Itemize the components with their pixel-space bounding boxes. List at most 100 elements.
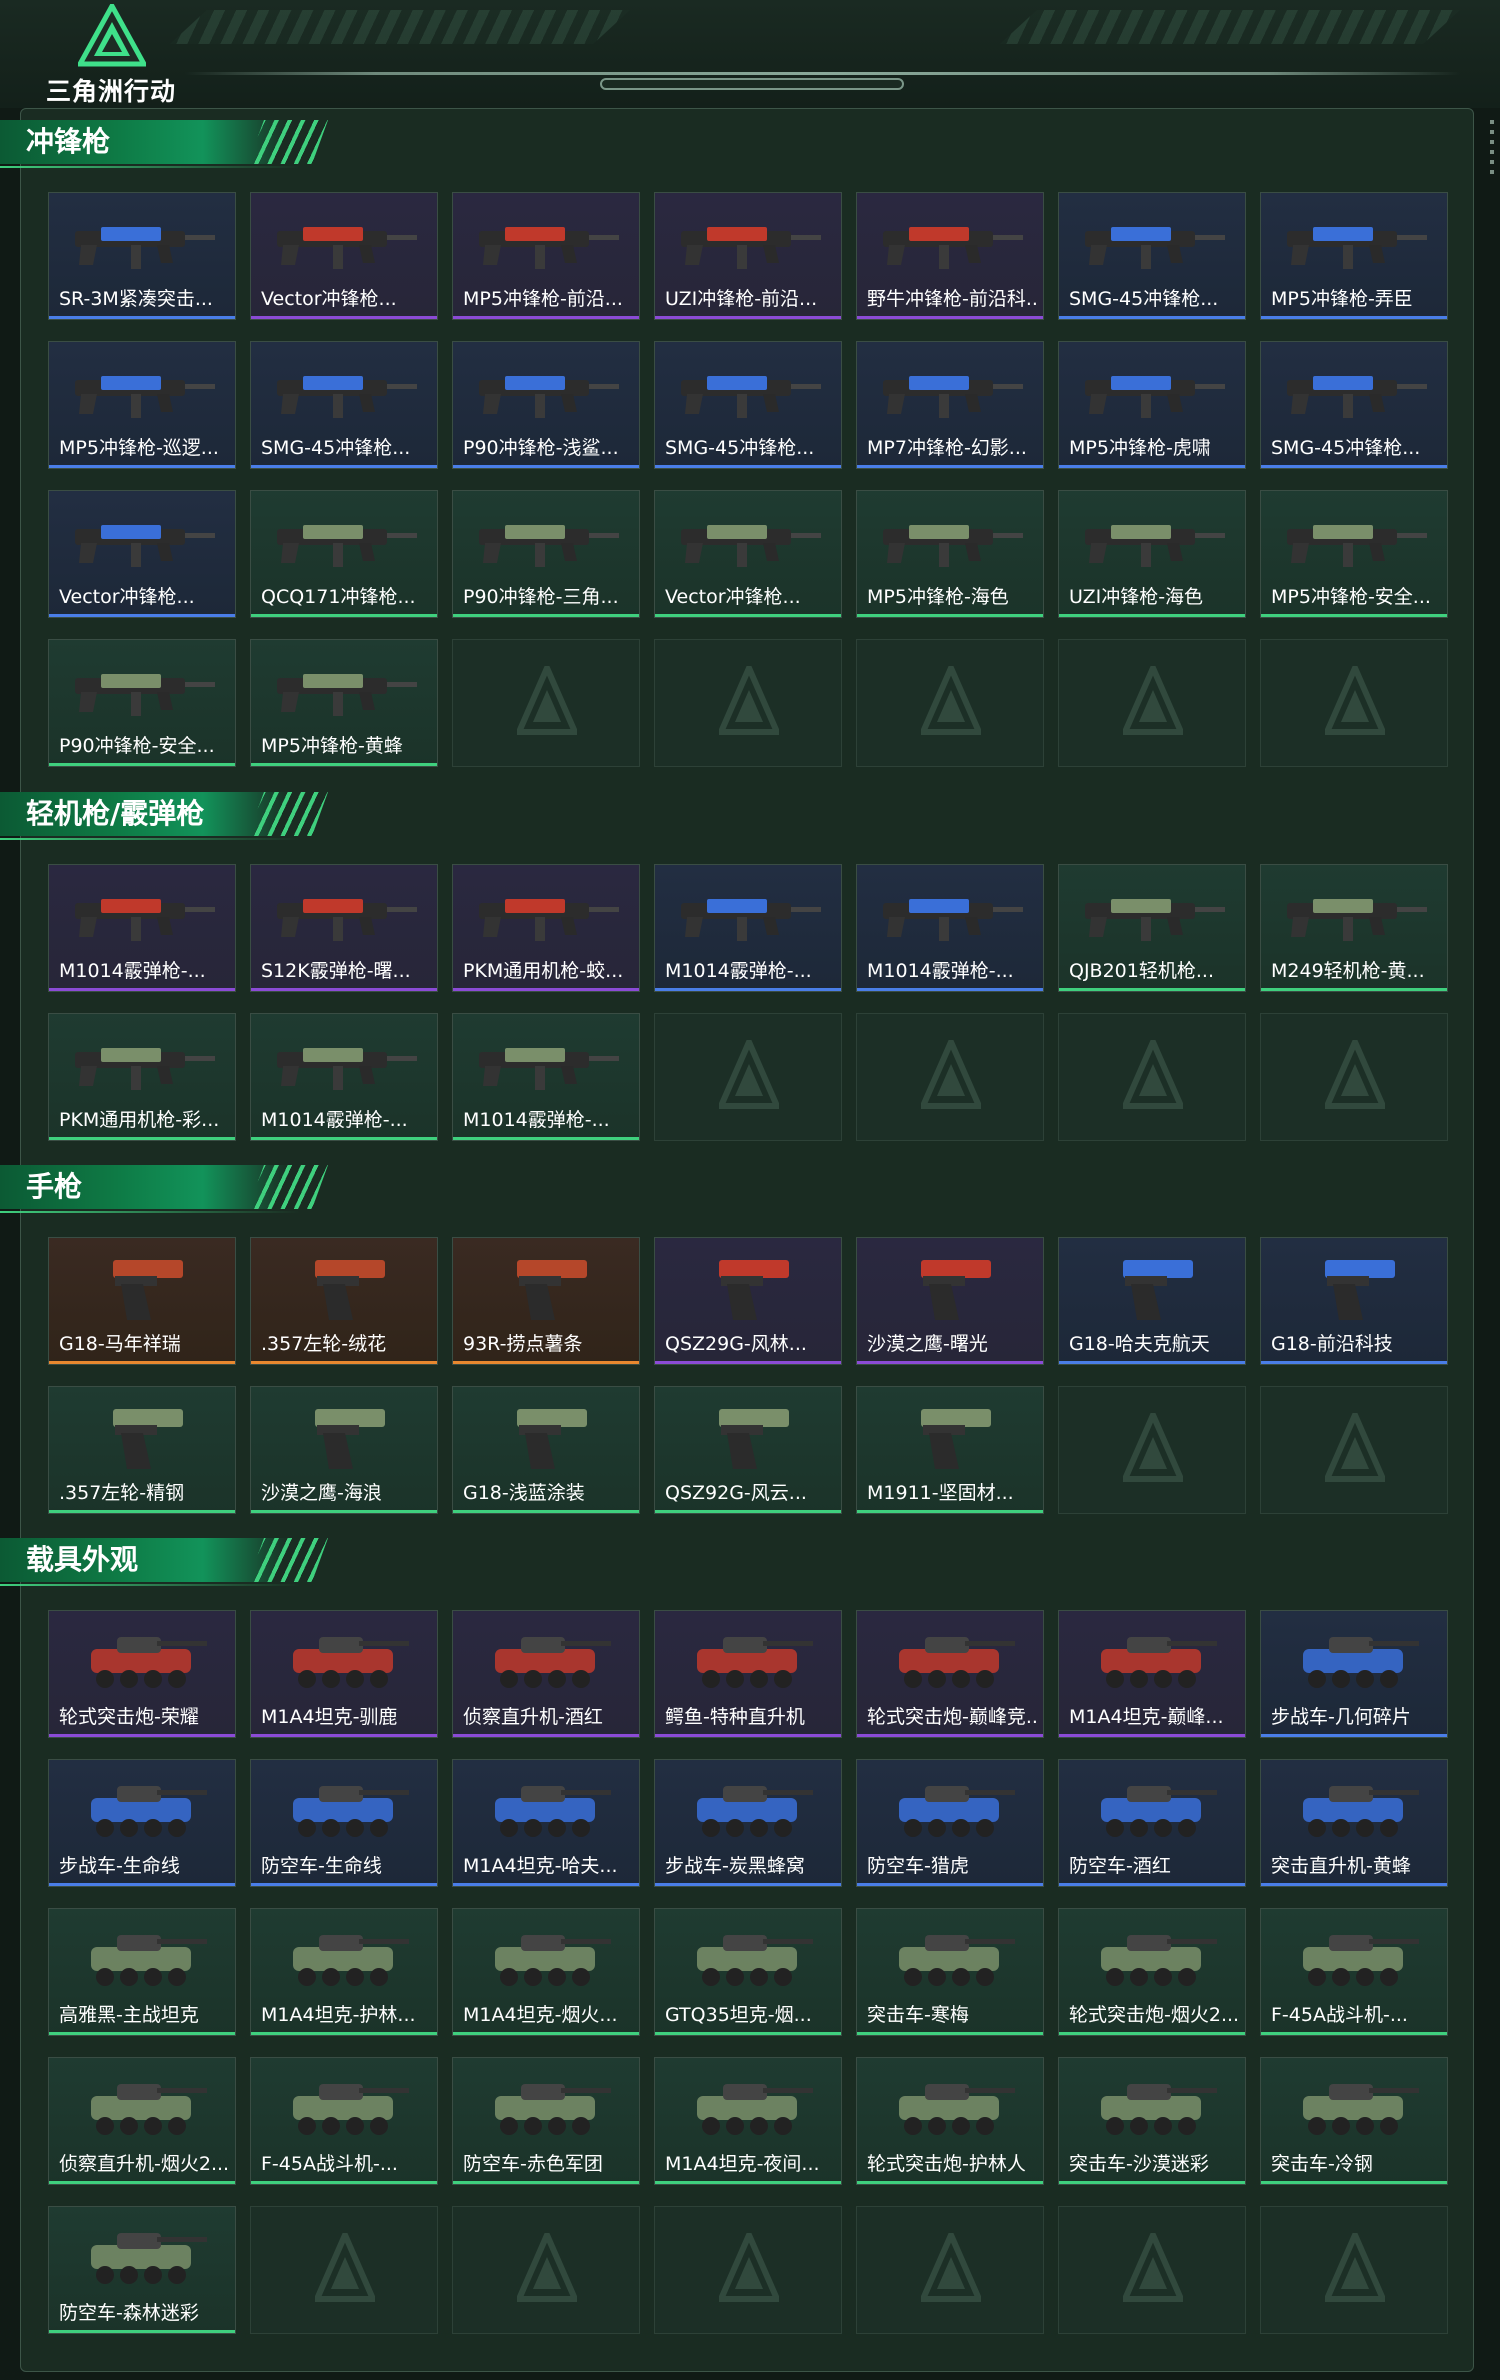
rarity-bar <box>1261 1883 1447 1886</box>
skin-card[interactable]: Vector冲锋枪... <box>250 192 438 320</box>
section-title: 手枪 <box>26 1170 83 1203</box>
skin-card-label: SR-3M紧凑突击... <box>59 288 213 310</box>
skin-card-label: 高雅黑-主战坦克 <box>59 2004 199 2026</box>
skin-card[interactable]: MP5冲锋枪-安全... <box>1260 490 1448 618</box>
skin-card[interactable]: 野牛冲锋枪-前沿科... <box>856 192 1044 320</box>
skin-card[interactable]: SMG-45冲锋枪... <box>654 341 842 469</box>
skin-card[interactable]: 侦察直升机-酒红 <box>452 1610 640 1738</box>
skin-card[interactable]: M1A4坦克-巅峰... <box>1058 1610 1246 1738</box>
skin-card[interactable]: QSZ29G-风林... <box>654 1237 842 1365</box>
skin-card[interactable]: M1014霰弹枪-... <box>856 864 1044 992</box>
skin-card[interactable]: 防空车-猎虎 <box>856 1759 1044 1887</box>
skin-card[interactable]: P90冲锋枪-浅鲨... <box>452 341 640 469</box>
skin-card[interactable]: M1A4坦克-哈夫... <box>452 1759 640 1887</box>
pistol-icon <box>667 1395 831 1475</box>
skin-card[interactable]: 沙漠之鹰-曙光 <box>856 1237 1044 1365</box>
skin-card-label: 沙漠之鹰-曙光 <box>867 1333 988 1355</box>
skin-card[interactable]: 防空车-森林迷彩 <box>48 2206 236 2334</box>
skin-card[interactable]: 93R-捞点薯条 <box>452 1237 640 1365</box>
light-machine-gun-icon <box>465 1022 629 1102</box>
skin-card[interactable]: G18-哈夫克航天 <box>1058 1237 1246 1365</box>
skin-card[interactable]: F-45A战斗机-... <box>250 2057 438 2185</box>
skin-card[interactable]: MP5冲锋枪-弄臣 <box>1260 192 1448 320</box>
skin-card[interactable]: 轮式突击炮-荣耀 <box>48 1610 236 1738</box>
skin-card[interactable]: SMG-45冲锋枪... <box>1058 192 1246 320</box>
skin-card[interactable]: 侦察直升机-烟火2... <box>48 2057 236 2185</box>
skin-card[interactable]: MP5冲锋枪-巡逻... <box>48 341 236 469</box>
skin-card[interactable]: G18-马年祥瑞 <box>48 1237 236 1365</box>
skin-card-label: M1A4坦克-哈夫... <box>463 1855 618 1877</box>
skin-card[interactable]: QJB201轻机枪... <box>1058 864 1246 992</box>
skin-card[interactable]: 鳄鱼-特种直升机 <box>654 1610 842 1738</box>
rarity-bar <box>251 465 437 468</box>
skin-card[interactable]: M1A4坦克-烟火... <box>452 1908 640 2036</box>
skin-card[interactable]: MP7冲锋枪-幻影... <box>856 341 1044 469</box>
skin-card[interactable]: M1911-坚固材... <box>856 1386 1044 1514</box>
skin-card[interactable]: M1A4坦克-夜间... <box>654 2057 842 2185</box>
scrollbar[interactable] <box>1490 120 1494 180</box>
skin-card[interactable]: 步战车-几何碎片 <box>1260 1610 1448 1738</box>
skin-card[interactable]: .357左轮-绒花 <box>250 1237 438 1365</box>
skin-card[interactable]: SMG-45冲锋枪... <box>1260 341 1448 469</box>
vehicle-icon <box>1273 2066 1437 2146</box>
skin-card[interactable]: F-45A战斗机-... <box>1260 1908 1448 2036</box>
skin-card[interactable]: Vector冲锋枪... <box>48 490 236 618</box>
skin-card[interactable]: PKM通用机枪-蛟... <box>452 864 640 992</box>
skin-card[interactable]: 突击车-冷钢 <box>1260 2057 1448 2185</box>
skin-card[interactable]: G18-浅蓝涂装 <box>452 1386 640 1514</box>
submachine-gun-icon <box>263 648 427 728</box>
skin-card[interactable]: QCQ171冲锋枪... <box>250 490 438 618</box>
skin-card[interactable]: SR-3M紧凑突击... <box>48 192 236 320</box>
skin-card[interactable]: 沙漠之鹰-海浪 <box>250 1386 438 1514</box>
empty-slot <box>1058 1386 1246 1514</box>
skin-card[interactable]: QSZ92G-风云... <box>654 1386 842 1514</box>
skin-card[interactable]: 步战车-生命线 <box>48 1759 236 1887</box>
top-header: 三角洲行动 <box>0 0 1500 108</box>
skin-card[interactable]: 突击直升机-黄蜂 <box>1260 1759 1448 1887</box>
rarity-bar <box>49 1883 235 1886</box>
skin-card[interactable]: P90冲锋枪-安全... <box>48 639 236 767</box>
skin-card[interactable]: 轮式突击炮-巅峰竞... <box>856 1610 1044 1738</box>
rarity-bar <box>1261 1361 1447 1364</box>
submachine-gun-icon <box>465 350 629 430</box>
skin-card[interactable]: P90冲锋枪-三角... <box>452 490 640 618</box>
skin-card[interactable]: M1014霰弹枪-... <box>452 1013 640 1141</box>
skin-card-label: M1A4坦克-夜间... <box>665 2153 820 2175</box>
delta-watermark-icon <box>1120 1034 1186 1110</box>
skin-card[interactable]: MP5冲锋枪-虎啸 <box>1058 341 1246 469</box>
light-machine-gun-icon <box>61 1022 225 1102</box>
skin-card[interactable]: 防空车-酒红 <box>1058 1759 1246 1887</box>
empty-slot <box>1260 1013 1448 1141</box>
skin-card[interactable]: UZI冲锋枪-前沿... <box>654 192 842 320</box>
skin-card[interactable]: S12K霰弹枪-曙... <box>250 864 438 992</box>
skin-card[interactable]: SMG-45冲锋枪... <box>250 341 438 469</box>
skin-card[interactable]: Vector冲锋枪... <box>654 490 842 618</box>
skin-card[interactable]: PKM通用机枪-彩... <box>48 1013 236 1141</box>
skin-card[interactable]: 高雅黑-主战坦克 <box>48 1908 236 2036</box>
skin-card[interactable]: .357左轮-精钢 <box>48 1386 236 1514</box>
skin-card[interactable]: 轮式突击炮-护林人 <box>856 2057 1044 2185</box>
rarity-bar <box>857 1361 1043 1364</box>
skin-card[interactable]: GTQ35坦克-烟... <box>654 1908 842 2036</box>
skin-card[interactable]: G18-前沿科技 <box>1260 1237 1448 1365</box>
skin-card[interactable]: M1A4坦克-驯鹿 <box>250 1610 438 1738</box>
skin-card[interactable]: M249轻机枪-黄... <box>1260 864 1448 992</box>
rarity-bar <box>1261 614 1447 617</box>
skin-card[interactable]: MP5冲锋枪-黄蜂 <box>250 639 438 767</box>
skin-card[interactable]: UZI冲锋枪-海色 <box>1058 490 1246 618</box>
skin-card[interactable]: M1014霰弹枪-... <box>654 864 842 992</box>
skin-card[interactable]: M1014霰弹枪-... <box>250 1013 438 1141</box>
skin-card[interactable]: M1A4坦克-护林... <box>250 1908 438 2036</box>
skin-card[interactable]: 轮式突击炮-烟火2... <box>1058 1908 1246 2036</box>
skin-card[interactable]: 步战车-炭黑蜂窝 <box>654 1759 842 1887</box>
skin-card[interactable]: MP5冲锋枪-海色 <box>856 490 1044 618</box>
skin-card[interactable]: M1014霰弹枪-... <box>48 864 236 992</box>
skin-card[interactable]: 突击车-沙漠迷彩 <box>1058 2057 1246 2185</box>
skin-card[interactable]: 防空车-生命线 <box>250 1759 438 1887</box>
skin-card-label: G18-马年祥瑞 <box>59 1333 181 1355</box>
rarity-bar <box>1059 614 1245 617</box>
submachine-gun-icon <box>465 499 629 579</box>
skin-card[interactable]: 突击车-寒梅 <box>856 1908 1044 2036</box>
skin-card[interactable]: MP5冲锋枪-前沿... <box>452 192 640 320</box>
skin-card[interactable]: 防空车-赤色军团 <box>452 2057 640 2185</box>
